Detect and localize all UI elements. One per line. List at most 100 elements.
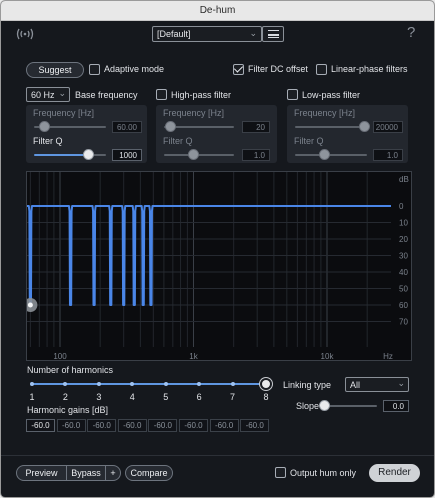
- base-filter-q-track-rest: [92, 154, 106, 156]
- high-pass-q-value[interactable]: 1.0: [242, 149, 270, 161]
- notch-handle[interactable]: [27, 302, 33, 308]
- output-hum-only-checkbox[interactable]: [275, 467, 286, 478]
- compare-label: Compare: [130, 468, 168, 478]
- harmonics-tick-dot: [96, 382, 101, 386]
- low-pass-frequency-label: Frequency [Hz]: [294, 108, 356, 118]
- harmonics-tick-dot: [63, 382, 68, 386]
- low-pass-q-slider[interactable]: [295, 154, 367, 156]
- harmonics-tick-label: 8: [263, 392, 269, 402]
- base-filter-q-label: Filter Q: [33, 136, 63, 146]
- frequency-tick-label: 1k: [189, 352, 198, 361]
- harmonic-gain-field[interactable]: -60.0: [148, 419, 178, 432]
- harmonics-label: Number of harmonics: [27, 365, 114, 375]
- frequency-unit-label: Hz: [383, 352, 393, 361]
- harmonics-tick-dot: [163, 382, 168, 386]
- preview-label: Preview: [25, 468, 58, 478]
- linking-type-select[interactable]: All ⌄: [345, 377, 409, 392]
- low-pass-frequency-slider[interactable]: [295, 126, 367, 128]
- linear-phase-label: Linear-phase filters: [331, 64, 408, 74]
- harmonics-tick-label: 7: [230, 392, 236, 402]
- frequency-tick-label: 100: [53, 352, 67, 361]
- harmonic-gain-field[interactable]: -60.0: [26, 419, 55, 432]
- base-frequency-field-label: Frequency [Hz]: [33, 108, 95, 118]
- low-pass-panel: Frequency [Hz] 20000 Filter Q 1.0: [287, 105, 408, 163]
- menu-icon-mid-line: [268, 34, 279, 36]
- low-pass-q-knob[interactable]: [319, 149, 330, 160]
- harmonic-gain-field[interactable]: -60.0: [117, 419, 147, 432]
- db-tick-label: 0: [399, 202, 404, 211]
- low-pass-frequency-knob[interactable]: [359, 121, 370, 132]
- low-pass-checkbox[interactable]: [287, 89, 298, 100]
- dehum-window: De-hum [Default] ⌄ ? Suggest Adaptive mo…: [0, 0, 435, 498]
- harmonics-slider-knob[interactable]: [260, 378, 272, 390]
- harmonic-gain-field[interactable]: -60.0: [56, 419, 86, 432]
- bypass-button[interactable]: Bypass: [66, 465, 106, 481]
- plugin-logo-icon[interactable]: [15, 27, 35, 41]
- linking-type-label: Linking type: [283, 380, 332, 390]
- graph-svg: dB 0 10 20 30 40 50 60 70 100 1k 10k Hz: [23, 172, 409, 361]
- bypass-add-label: +: [110, 468, 116, 478]
- high-pass-q-slider[interactable]: [164, 154, 234, 156]
- help-button[interactable]: ?: [407, 24, 415, 41]
- adaptive-mode-checkbox[interactable]: [89, 64, 100, 75]
- harmonics-tick-label: 6: [196, 392, 202, 402]
- base-frequency-slider-knob[interactable]: [39, 121, 50, 132]
- suggest-label: Suggest: [38, 65, 72, 75]
- footer-divider: [1, 455, 434, 456]
- db-tick-label: 10: [399, 219, 408, 228]
- high-pass-panel: Frequency [Hz] 20 Filter Q 1.0: [156, 105, 277, 163]
- harmonics-tick-label: 2: [62, 392, 68, 402]
- harmonic-gain-field[interactable]: -60.0: [179, 419, 208, 432]
- base-filter-q-value[interactable]: 1000: [112, 149, 142, 161]
- high-pass-frequency-knob[interactable]: [165, 121, 176, 132]
- harmonic-gain-field[interactable]: -60.0: [87, 419, 117, 432]
- db-tick-label: 30: [399, 252, 408, 261]
- render-label: Render: [378, 467, 411, 478]
- base-frequency-panel: Frequency [Hz] 60.00 Filter Q 1000: [26, 105, 147, 163]
- title-bar: De-hum: [1, 1, 434, 21]
- preview-button[interactable]: Preview: [16, 465, 67, 481]
- harmonics-tick-dot: [130, 382, 135, 386]
- slope-knob[interactable]: [319, 400, 330, 411]
- harmonics-tick-label: 1: [29, 392, 35, 402]
- chevron-down-icon: ⌄: [397, 378, 405, 388]
- high-pass-checkbox[interactable]: [156, 89, 167, 100]
- high-pass-q-knob[interactable]: [188, 149, 199, 160]
- suggest-button[interactable]: Suggest: [26, 62, 84, 78]
- preset-value: [Default]: [157, 29, 191, 39]
- base-frequency-label: Base frequency: [75, 90, 138, 100]
- filter-dc-offset-label: Filter DC offset: [248, 64, 308, 74]
- frequency-response-graph[interactable]: dB 0 10 20 30 40 50 60 70 100 1k 10k Hz: [23, 171, 412, 361]
- bypass-label: Bypass: [71, 468, 101, 478]
- high-pass-frequency-value[interactable]: 20: [242, 121, 270, 133]
- db-tick-label: 70: [399, 318, 408, 327]
- bypass-add-button[interactable]: +: [105, 465, 121, 481]
- harmonic-gain-field[interactable]: -60.0: [240, 419, 270, 432]
- low-pass-label: Low-pass filter: [302, 90, 361, 100]
- base-frequency-select[interactable]: 60 Hz ⌄: [26, 87, 70, 102]
- preset-select[interactable]: [Default] ⌄: [152, 26, 262, 42]
- low-pass-q-value[interactable]: 1.0: [373, 149, 403, 161]
- harmonic-gain-field[interactable]: -60.0: [209, 419, 239, 432]
- low-pass-frequency-value[interactable]: 20000: [373, 121, 403, 133]
- slope-label: Slope: [296, 401, 320, 411]
- slope-value[interactable]: 0.0: [383, 400, 409, 412]
- chevron-down-icon: ⌄: [58, 88, 66, 98]
- low-pass-q-label: Filter Q: [294, 136, 324, 146]
- harmonic-gains-label: Harmonic gains [dB]: [27, 405, 109, 415]
- preset-menu-button[interactable]: [262, 26, 284, 42]
- base-filter-q-knob[interactable]: [83, 149, 94, 160]
- filter-dc-offset-checkbox[interactable]: [233, 64, 244, 75]
- compare-button[interactable]: Compare: [125, 465, 173, 481]
- window-title: De-hum: [199, 5, 236, 16]
- db-tick-label: 50: [399, 285, 408, 294]
- base-frequency-select-value: 60 Hz: [31, 90, 55, 100]
- db-tick-label: 40: [399, 268, 408, 277]
- output-hum-only-label: Output hum only: [290, 468, 357, 478]
- render-button[interactable]: Render: [369, 464, 420, 482]
- linear-phase-checkbox[interactable]: [316, 64, 327, 75]
- base-frequency-value[interactable]: 60.00: [112, 121, 142, 133]
- harmonics-tick-dot: [197, 382, 202, 386]
- harmonics-tick-label: 3: [96, 392, 102, 402]
- linking-type-value: All: [350, 380, 361, 390]
